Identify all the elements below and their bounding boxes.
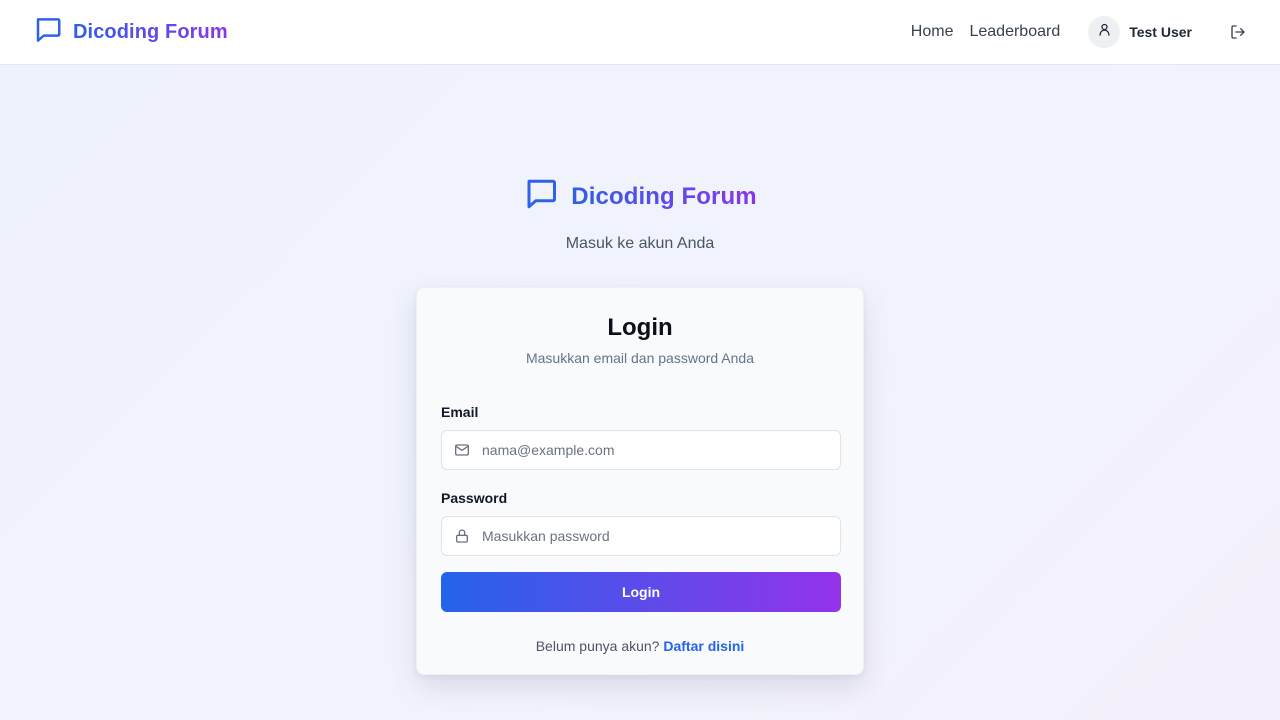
signup-prompt-text: Belum punya akun?	[535, 638, 660, 654]
user-icon	[1097, 22, 1112, 42]
login-card: Login Masukkan email dan password Anda E…	[416, 287, 864, 675]
email-field[interactable]	[482, 432, 822, 468]
card-description: Masukkan email dan password Anda	[525, 350, 755, 366]
nav-leaderboard-link[interactable]: Leaderboard	[969, 23, 1060, 41]
card-title: Login	[607, 314, 673, 341]
main-nav: Home Leaderboard Test User	[911, 16, 1248, 48]
login-button[interactable]: Login	[441, 572, 841, 612]
lock-icon	[454, 528, 470, 544]
log-out-icon[interactable]	[1228, 22, 1248, 42]
hero-subtitle: Masuk ke akun Anda	[565, 235, 715, 252]
user-menu[interactable]: Test User	[1088, 16, 1192, 48]
brand-name: Dicoding Forum	[73, 20, 228, 43]
mail-icon	[454, 442, 470, 458]
signup-link[interactable]: Daftar disini	[663, 638, 744, 654]
email-label: Email	[441, 404, 479, 420]
top-navbar: Dicoding Forum Home Leaderboard Test Use…	[0, 0, 1280, 65]
password-input-wrapper[interactable]	[441, 516, 841, 556]
hero-brand-name: Dicoding Forum	[571, 182, 757, 210]
login-hero: Dicoding Forum Masuk ke akun Anda	[0, 176, 1280, 253]
avatar	[1088, 16, 1121, 48]
hero-brand: Dicoding Forum	[523, 176, 757, 217]
nav-home-link[interactable]: Home	[911, 23, 954, 41]
message-square-icon	[523, 176, 559, 217]
email-input-wrapper[interactable]	[441, 430, 841, 470]
signup-prompt: Belum punya akun? Daftar disini	[441, 638, 839, 654]
password-field[interactable]	[482, 518, 822, 554]
message-square-icon	[33, 15, 63, 50]
brand-link[interactable]: Dicoding Forum	[33, 15, 228, 50]
password-label: Password	[441, 490, 508, 506]
user-name: Test User	[1129, 24, 1192, 40]
